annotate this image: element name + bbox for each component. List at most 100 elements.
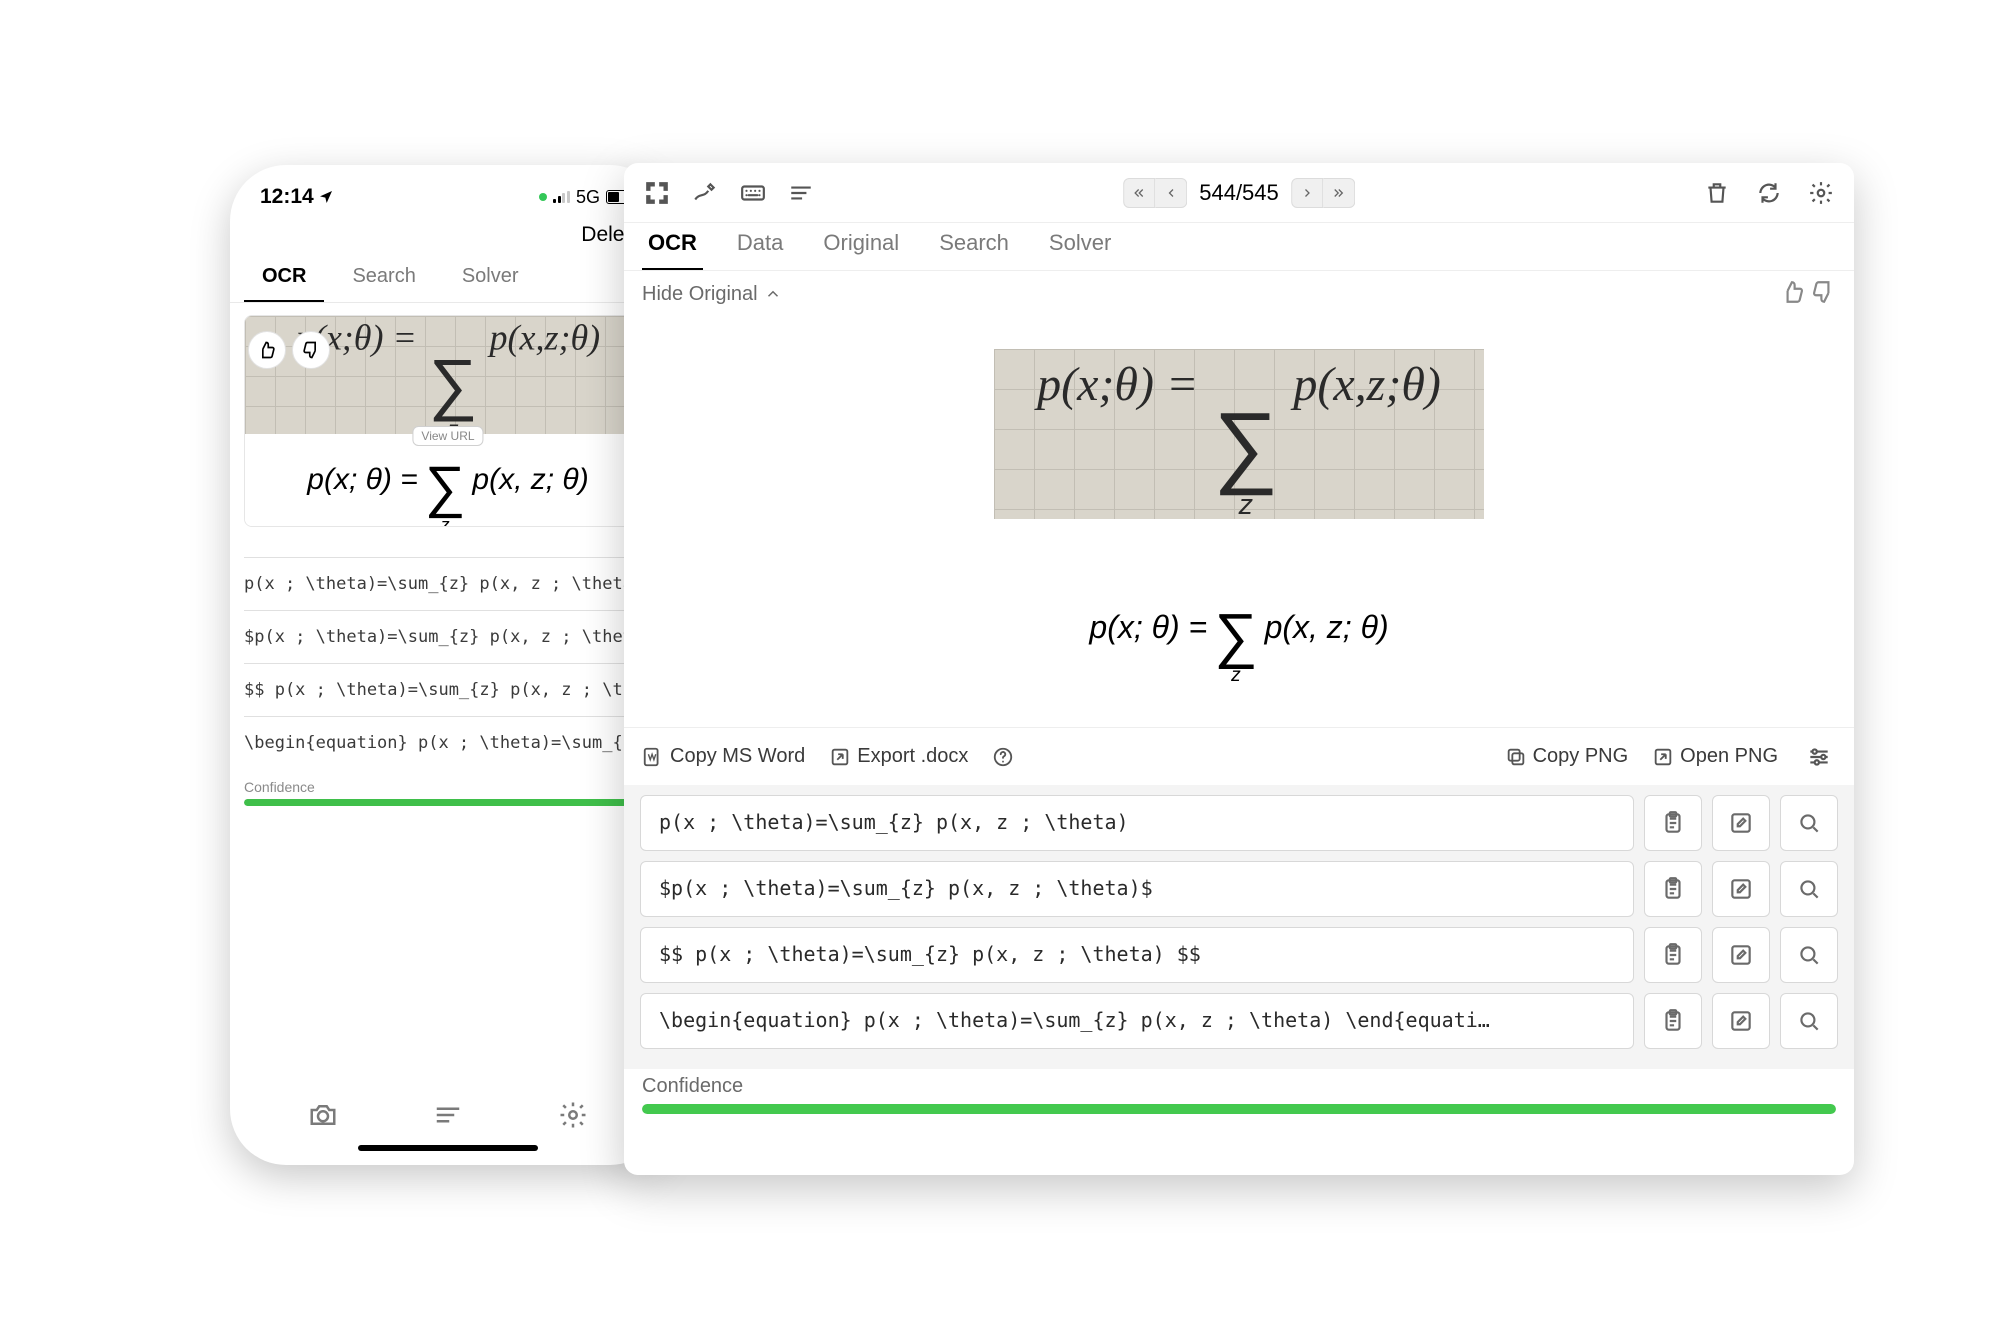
phone-tabs: OCR Search Solver	[230, 257, 666, 303]
word-icon	[642, 746, 664, 768]
thumbs-up-button[interactable]	[248, 331, 286, 369]
search-icon	[1796, 942, 1822, 968]
latex-cell[interactable]: \begin{equation} p(x ; \theta)=\sum_{z} …	[640, 993, 1634, 1049]
table-row: p(x ; \theta)=\sum_{z} p(x, z ; \theta)	[640, 795, 1838, 851]
status-time: 12:14	[260, 185, 314, 209]
trash-icon	[1704, 180, 1730, 206]
search-icon	[1796, 876, 1822, 902]
keyboard-button[interactable]	[736, 176, 770, 210]
image-area: p(x;θ) = ∑z p(x,z;θ) p(x; θ) = ∑z p(x, z…	[624, 317, 1854, 727]
eq-lhs: p(x; θ) =	[307, 463, 417, 497]
chevron-double-left-icon	[1132, 186, 1146, 200]
tab-data[interactable]: Data	[731, 230, 789, 270]
rendered-equation[interactable]: p(x; θ) = ∑z p(x, z; θ)	[1089, 570, 1388, 685]
original-image[interactable]: p(x;θ) = ∑z p(x,z;θ)	[994, 349, 1484, 519]
confidence-fill	[244, 799, 652, 806]
clipboard-icon	[1660, 1008, 1686, 1034]
copy-png-button[interactable]: Copy PNG	[1505, 740, 1629, 774]
list-item[interactable]: p(x ; \theta)=\sum_{z} p(x, z ; \theta)	[244, 557, 652, 610]
camera-button[interactable]	[308, 1100, 338, 1135]
help-button[interactable]	[992, 746, 1014, 768]
home-indicator[interactable]	[358, 1145, 538, 1151]
copy-button[interactable]	[1644, 795, 1702, 851]
rendered-equation[interactable]: View URL p(x; θ) = ∑z p(x, z; θ)	[245, 434, 651, 526]
table-row: $p(x ; \theta)=\sum_{z} p(x, z ; \theta)…	[640, 861, 1838, 917]
copy-button[interactable]	[1644, 993, 1702, 1049]
top-toolbar: 544/545	[624, 163, 1854, 223]
latex-cell[interactable]: $$ p(x ; \theta)=\sum_{z} p(x, z ; \thet…	[640, 927, 1634, 983]
search-button[interactable]	[1780, 993, 1838, 1049]
tab-search[interactable]: Search	[933, 230, 1015, 270]
settings-button[interactable]	[1804, 176, 1838, 210]
copy-button[interactable]	[1644, 927, 1702, 983]
next-page-button[interactable]	[1291, 178, 1323, 208]
thumbs-up-icon	[1780, 279, 1806, 305]
edit-button[interactable]	[1712, 861, 1770, 917]
tab-search[interactable]: Search	[334, 257, 433, 302]
crop-icon	[644, 180, 670, 206]
eq-lhs: p(x; θ) =	[1089, 609, 1207, 646]
thumbs-up-button[interactable]	[1780, 279, 1806, 310]
tab-solver[interactable]: Solver	[1043, 230, 1117, 270]
search-button[interactable]	[1780, 795, 1838, 851]
handwritten-equation: p(x;θ) = ∑z p(x,z;θ)	[296, 315, 600, 440]
edit-button[interactable]	[1712, 993, 1770, 1049]
tab-ocr[interactable]: OCR	[642, 230, 703, 270]
crop-button[interactable]	[640, 176, 674, 210]
status-bar: 12:14 5G	[230, 165, 666, 217]
thumbs-down-button[interactable]	[1810, 279, 1836, 310]
edit-button[interactable]	[1712, 927, 1770, 983]
copy-msword-button[interactable]: Copy MS Word	[642, 745, 805, 768]
hide-original-toggle[interactable]: Hide Original	[642, 283, 782, 306]
thumbs-down-icon	[1810, 279, 1836, 305]
eq-rhs: p(x, z; θ)	[1265, 609, 1389, 646]
clipboard-icon	[1660, 810, 1686, 836]
settings-button[interactable]	[558, 1100, 588, 1135]
tab-solver[interactable]: Solver	[444, 257, 537, 302]
history-button[interactable]	[433, 1100, 463, 1135]
tab-ocr[interactable]: OCR	[244, 257, 324, 302]
prev-page-button[interactable]	[1155, 178, 1187, 208]
draw-button[interactable]	[688, 176, 722, 210]
sliders-button[interactable]	[1802, 740, 1836, 774]
copy-button[interactable]	[1644, 861, 1702, 917]
latex-cell[interactable]: p(x ; \theta)=\sum_{z} p(x, z ; \theta)	[640, 795, 1634, 851]
first-page-button[interactable]	[1123, 178, 1155, 208]
latex-cell[interactable]: $p(x ; \theta)=\sum_{z} p(x, z ; \theta)…	[640, 861, 1634, 917]
list-item[interactable]: $p(x ; \theta)=\sum_{z} p(x, z ; \theta)…	[244, 610, 652, 663]
privacy-indicator-icon	[539, 193, 547, 201]
export-docx-button[interactable]: Export .docx	[829, 745, 968, 768]
edit-button[interactable]	[1712, 795, 1770, 851]
search-button[interactable]	[1780, 927, 1838, 983]
thumbs-down-icon	[301, 340, 321, 360]
camera-icon	[308, 1100, 338, 1130]
confidence: Confidence	[244, 779, 652, 806]
desktop-tabs: OCR Data Original Search Solver	[624, 223, 1854, 271]
gear-icon	[558, 1100, 588, 1130]
confidence-fill	[642, 1104, 1836, 1114]
last-page-button[interactable]	[1323, 178, 1355, 208]
view-url-button[interactable]: View URL	[412, 426, 483, 446]
location-arrow-icon	[318, 189, 334, 205]
chevron-left-icon	[1164, 186, 1178, 200]
tab-original[interactable]: Original	[817, 230, 905, 270]
network-label: 5G	[576, 187, 600, 208]
thumbs-down-button[interactable]	[292, 331, 330, 369]
open-png-button[interactable]: Open PNG	[1652, 740, 1778, 774]
confidence: Confidence	[624, 1069, 1854, 1120]
list-item[interactable]: $$ p(x ; \theta)=\sum_{z} p(x, z ; \thet…	[244, 663, 652, 716]
desktop-window: 544/545 OCR Data Original Search Solver …	[624, 163, 1854, 1175]
gear-icon	[1808, 180, 1834, 206]
edit-icon	[1728, 876, 1754, 902]
search-button[interactable]	[1780, 861, 1838, 917]
refresh-icon	[1756, 180, 1782, 206]
refresh-button[interactable]	[1752, 176, 1786, 210]
help-icon	[992, 746, 1014, 768]
lines-button[interactable]	[784, 176, 818, 210]
trash-button[interactable]	[1700, 176, 1734, 210]
pencil-icon	[692, 180, 718, 206]
list-item[interactable]: \begin{equation} p(x ; \theta)=\sum_{z} …	[244, 716, 652, 769]
search-icon	[1796, 810, 1822, 836]
open-icon	[1652, 746, 1674, 768]
chevron-up-icon	[764, 285, 782, 303]
